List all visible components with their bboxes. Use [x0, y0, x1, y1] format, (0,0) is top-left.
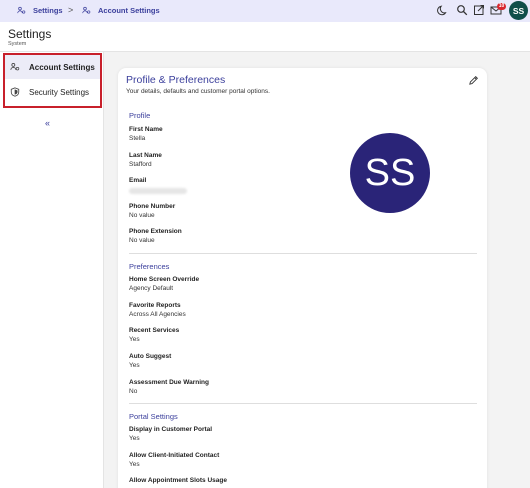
email-value-blurred: [129, 188, 187, 194]
field-label-assessment-due-warning: Assessment Due Warning: [129, 379, 209, 386]
field-value-favorite-reports: Across All Agencies: [129, 311, 186, 318]
collapse-sidebar-button[interactable]: «: [45, 118, 50, 128]
field-label-auto-suggest: Auto Suggest: [129, 353, 172, 360]
breadcrumb-label: Account Settings: [98, 6, 160, 15]
users-gear-icon: [82, 6, 91, 15]
moon-icon[interactable]: [437, 4, 449, 16]
page-header: Settings System: [0, 22, 530, 52]
main-content: Profile & Preferences Your details, defa…: [104, 52, 530, 488]
field-value-assessment-due-warning: No: [129, 388, 138, 395]
field-value-last-name: Stafford: [129, 161, 152, 168]
mail-badge: 10: [497, 3, 506, 10]
field-label-last-name: Last Name: [129, 152, 162, 159]
field-label-home-screen-override: Home Screen Override: [129, 276, 200, 283]
users-gear-icon: [17, 6, 26, 15]
top-bar: Settings > Account Settings 10 SS: [0, 0, 530, 22]
sidebar: Account Settings Security Settings «: [0, 52, 104, 488]
profile-avatar: SS: [350, 133, 430, 213]
breadcrumb-account-settings[interactable]: Account Settings: [82, 6, 160, 15]
breadcrumb-label: Settings: [33, 6, 63, 15]
field-value-first-name: Stella: [129, 135, 146, 142]
page-title: Settings: [8, 27, 52, 41]
field-label-phone-number: Phone Number: [129, 203, 176, 210]
field-label-email: Email: [129, 177, 147, 184]
field-label-first-name: First Name: [129, 126, 163, 133]
page-subtitle: System: [8, 41, 27, 47]
field-label-phone-extension: Phone Extension: [129, 228, 182, 235]
field-value-auto-suggest: Yes: [129, 362, 140, 369]
breadcrumb-separator: >: [68, 5, 74, 15]
user-avatar[interactable]: SS: [509, 1, 528, 20]
field-value-phone-number: No value: [129, 212, 155, 219]
card-subtitle: Your details, defaults and customer port…: [126, 88, 270, 95]
search-icon[interactable]: [456, 4, 468, 16]
field-label-allow-appointment-slots-usage: Allow Appointment Slots Usage: [129, 477, 227, 484]
field-value-phone-extension: No value: [129, 237, 155, 244]
field-value-recent-services: Yes: [129, 336, 140, 343]
section-portal-title: Portal Settings: [129, 412, 178, 421]
selection-highlight: [3, 53, 102, 108]
breadcrumb-settings[interactable]: Settings: [17, 6, 63, 15]
field-value-home-screen-override: Agency Default: [129, 285, 174, 292]
card-title: Profile & Preferences: [126, 74, 226, 86]
field-value-allow-client-initiated-contact: Yes: [129, 461, 140, 468]
field-label-display-in-customer-portal: Display in Customer Portal: [129, 426, 213, 433]
field-label-favorite-reports: Favorite Reports: [129, 302, 181, 309]
field-label-recent-services: Recent Services: [129, 327, 180, 334]
section-divider: [129, 253, 477, 254]
section-profile-title: Profile: [129, 111, 151, 120]
field-value-display-in-customer-portal: Yes: [129, 435, 140, 442]
external-link-icon[interactable]: [473, 4, 485, 16]
section-preferences-title: Preferences: [129, 262, 170, 271]
profile-preferences-card: Profile & Preferences Your details, defa…: [118, 68, 487, 488]
field-label-allow-client-initiated-contact: Allow Client-Initiated Contact: [129, 452, 220, 459]
edit-pencil-icon[interactable]: [468, 75, 479, 86]
section-divider: [129, 403, 477, 404]
